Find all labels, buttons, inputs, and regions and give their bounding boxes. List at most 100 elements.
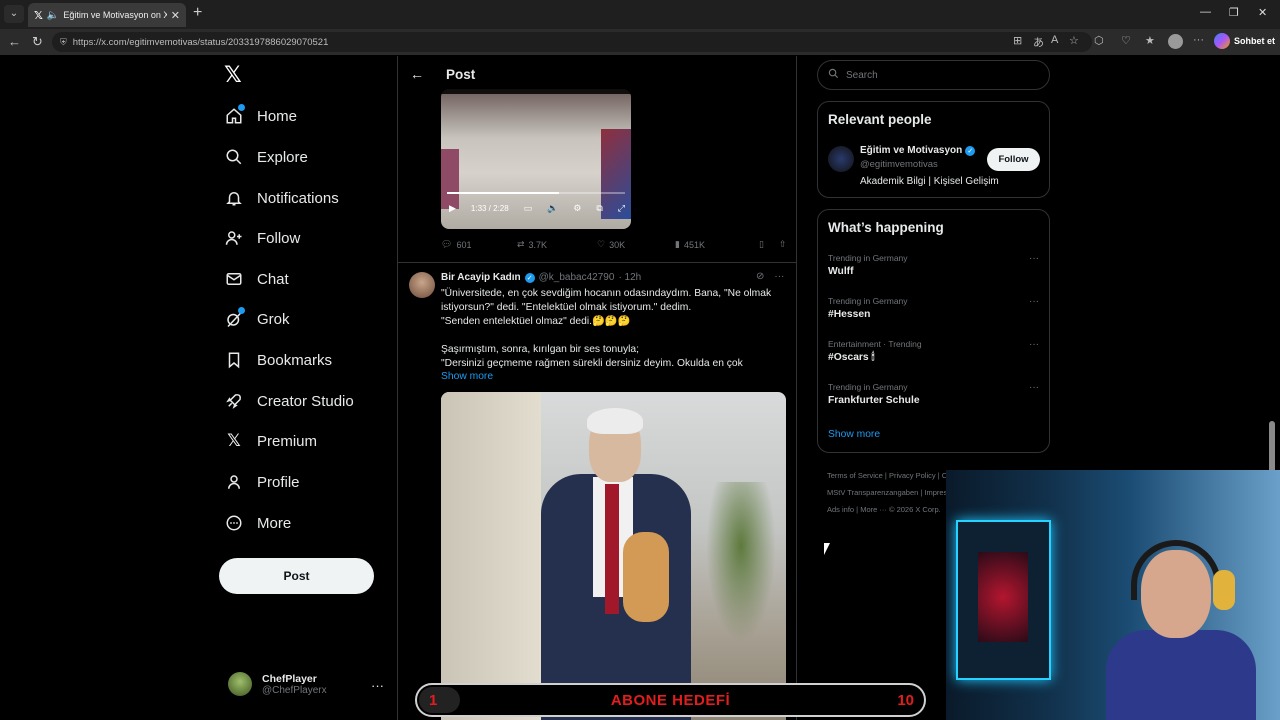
browser-tab[interactable]: 𝕏 🔈 Eğitim ve Motivasyon on X: "Ü ✕	[28, 3, 186, 27]
pip-icon[interactable]: ⧉	[596, 203, 602, 214]
trend-item[interactable]: Trending in Germany #Hessen ···	[828, 296, 1041, 320]
reply-video-thumbnail[interactable]	[441, 392, 786, 720]
nav-chat[interactable]: Chat	[224, 266, 289, 292]
share-button[interactable]: ⇧	[779, 239, 787, 250]
person-add-icon	[224, 228, 244, 248]
copilot-button[interactable]: Sohbet et	[1214, 33, 1275, 49]
favorites-icon[interactable]: ★	[1145, 34, 1155, 47]
copilot-icon	[1214, 33, 1230, 49]
speaker-icon[interactable]: 🔈	[47, 10, 59, 21]
trend-item[interactable]: Trending in Germany Wulff ···	[828, 253, 1041, 277]
profile-avatar-icon[interactable]	[1168, 34, 1183, 49]
video-progress-bar[interactable]	[447, 192, 625, 194]
maximize-icon[interactable]: ❐	[1229, 6, 1239, 19]
close-window-icon[interactable]: ✕	[1258, 6, 1267, 19]
video-controls: ▶ 1:33 / 2:28 ▭ 🔊 ⚙ ⧉ ⤢	[449, 203, 625, 214]
account-switcher[interactable]: ChefPlayer @ChefPlayerx	[228, 672, 327, 696]
site-info-icon[interactable]: ⛨	[60, 37, 67, 48]
x-logo-icon[interactable]: 𝕏	[224, 62, 242, 88]
whats-happening-title: What’s happening	[828, 220, 944, 235]
person-handle[interactable]: @egitimvemotivas	[860, 159, 938, 170]
browser-essentials-icon[interactable]: ♡	[1121, 34, 1131, 47]
captions-icon[interactable]: ▭	[524, 203, 533, 214]
person-name[interactable]: Eğitim ve Motivasyon ✓	[860, 145, 976, 156]
bookmark-icon	[224, 350, 244, 370]
tab-list-button[interactable]: ⌄	[4, 5, 24, 23]
search-input[interactable]: Search	[817, 60, 1050, 90]
play-icon[interactable]: ▶	[449, 203, 456, 214]
trend-more-icon[interactable]: ···	[1029, 382, 1039, 393]
translate-icon[interactable]: あ	[1033, 34, 1044, 50]
volume-icon[interactable]: 🔊	[547, 203, 558, 214]
more-circle-icon	[224, 513, 244, 533]
nav-more[interactable]: More	[224, 510, 291, 536]
show-more-link[interactable]: Show more	[441, 371, 493, 382]
settings-icon[interactable]: ⚙	[573, 203, 581, 214]
fullscreen-icon[interactable]: ⤢	[618, 203, 625, 214]
back-icon[interactable]: ←	[8, 34, 21, 49]
reply-header: Bir Acayip Kadın ✓ @k_babac42790 · 12h	[441, 272, 641, 283]
nav-notifications[interactable]: Notifications	[224, 185, 339, 211]
close-tab-icon[interactable]: ✕	[171, 9, 180, 22]
nav-follow[interactable]: Follow	[224, 225, 300, 251]
browser-tab-bar: ⌄ 𝕏 🔈 Eğitim ve Motivasyon on X: "Ü ✕ + …	[0, 0, 1280, 29]
tab-title: Eğitim ve Motivasyon on X: "Ü	[63, 10, 167, 20]
nav-home[interactable]: Home	[224, 103, 297, 129]
trend-more-icon[interactable]: ···	[1029, 296, 1039, 307]
favorite-star-icon[interactable]: ☆	[1069, 34, 1079, 47]
views-button[interactable]: ▮ 451K	[675, 239, 759, 250]
follow-button[interactable]: Follow	[987, 148, 1040, 171]
app-icon[interactable]: ⊞	[1013, 34, 1022, 47]
person-bio: Akademik Bilgi | Kişisel Gelişim	[860, 176, 999, 187]
trend-item[interactable]: Trending in Germany Frankfurter Schule ·…	[828, 382, 1041, 406]
grok-icon[interactable]: ⊘	[756, 271, 764, 282]
nav-grok[interactable]: Grok	[224, 306, 290, 332]
reply-text: "Üniversitede, en çok sevdiğim hocanın o…	[441, 288, 772, 369]
reply-author-name[interactable]: Bir Acayip Kadın	[441, 272, 521, 283]
x-icon: 𝕏	[227, 431, 241, 450]
nav-profile[interactable]: Profile	[224, 469, 300, 495]
refresh-icon[interactable]: ↻	[32, 34, 43, 50]
bookmark-button[interactable]: ▯	[759, 239, 779, 250]
nav-bookmarks[interactable]: Bookmarks	[224, 347, 332, 373]
show-more-link[interactable]: Show more	[828, 429, 880, 440]
nav-premium[interactable]: 𝕏 Premium	[224, 428, 317, 454]
settings-more-icon[interactable]: ···	[1193, 34, 1204, 46]
url-field[interactable]: ⛨ https://x.com/egitimvemotivas/status/2…	[52, 32, 1092, 52]
person-icon	[224, 472, 244, 492]
search-icon	[224, 147, 244, 167]
nav-creator-studio[interactable]: Creator Studio	[224, 388, 354, 414]
reply-icon: 💬︎	[441, 239, 453, 249]
relevant-people-title: Relevant people	[828, 112, 932, 127]
back-arrow-icon[interactable]: ←	[410, 66, 424, 82]
read-aloud-icon[interactable]: A	[1051, 34, 1058, 46]
video-player[interactable]: ▶ 1:33 / 2:28 ▭ 🔊 ⚙ ⧉ ⤢	[441, 89, 631, 229]
reply-timestamp[interactable]: · 12h	[618, 272, 641, 283]
webcam-overlay	[946, 470, 1280, 720]
new-tab-button[interactable]: +	[193, 4, 202, 22]
post-button[interactable]: Post	[219, 558, 374, 594]
home-icon	[224, 104, 245, 126]
mail-icon	[224, 269, 244, 289]
trend-more-icon[interactable]: ···	[1029, 253, 1039, 264]
avatar[interactable]	[828, 146, 854, 172]
account-handle: @ChefPlayerx	[262, 684, 327, 696]
whats-happening-card: What’s happening Trending in Germany Wul…	[817, 209, 1050, 453]
account-more-icon[interactable]: ···	[371, 678, 384, 693]
nav-explore[interactable]: Explore	[224, 144, 308, 170]
minimize-icon[interactable]: —	[1200, 6, 1211, 18]
reply-author-handle[interactable]: @k_babac42790	[539, 272, 615, 283]
main-column: ← Post ▶ 1:33 / 2:28 ▭ 🔊 ⚙ ⧉ ⤢ 💬︎ 601 ⇄ 3.…	[397, 56, 797, 720]
extensions-icon[interactable]: ⬡	[1094, 34, 1104, 47]
avatar[interactable]	[409, 272, 435, 298]
search-icon	[828, 68, 839, 82]
grok-icon	[224, 307, 245, 329]
trend-item[interactable]: Entertainment · Trending #Oscars 🕯 ···	[828, 339, 1041, 364]
trend-more-icon[interactable]: ···	[1029, 339, 1039, 350]
reply-post[interactable]: Bir Acayip Kadın ✓ @k_babac42790 · 12h ⊘…	[398, 262, 796, 720]
like-button[interactable]: ♡ 30K	[597, 239, 675, 250]
more-icon[interactable]: ···	[774, 271, 784, 282]
reply-button[interactable]: 💬︎ 601	[441, 239, 517, 250]
verified-badge-icon: ✓	[524, 272, 535, 283]
repost-button[interactable]: ⇄ 3.7K	[517, 239, 597, 250]
